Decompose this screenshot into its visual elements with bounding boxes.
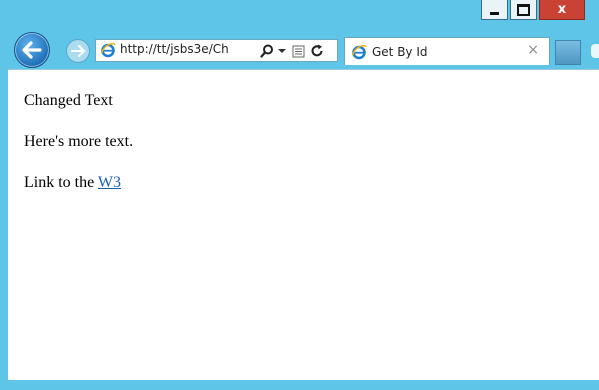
w3-link[interactable]: W3 — [98, 174, 121, 191]
forward-button[interactable] — [66, 39, 90, 63]
refresh-icon — [311, 44, 323, 57]
ie-logo-icon — [351, 45, 367, 60]
page-content: Changed Text Here's more text. Link to t… — [8, 69, 599, 380]
link-prefix: Link to the — [24, 174, 98, 191]
new-tab-button[interactable] — [555, 40, 581, 65]
minimize-button[interactable] — [481, 0, 508, 20]
dropdown-caret-icon — [278, 49, 286, 53]
back-arrow-icon — [22, 41, 42, 59]
link-paragraph: Link to the W3 — [24, 174, 121, 192]
home-icon[interactable] — [591, 44, 599, 58]
changed-text-paragraph: Changed Text — [24, 92, 113, 109]
forward-arrow-icon — [71, 45, 85, 57]
maximize-button[interactable] — [510, 0, 537, 20]
tab-title: Get By Id — [372, 45, 428, 59]
compatibility-view-button[interactable] — [291, 43, 305, 59]
compatibility-view-icon — [292, 45, 304, 57]
refresh-button[interactable] — [309, 43, 325, 59]
ie-logo-icon — [100, 43, 116, 58]
search-button[interactable] — [260, 43, 274, 59]
search-icon — [260, 44, 273, 58]
browser-window: x http://tt/jsbs3e/Ch Get By Id × Change… — [0, 0, 599, 390]
back-button[interactable] — [14, 32, 50, 68]
close-icon: x — [557, 2, 567, 17]
more-text-paragraph: Here's more text. — [24, 133, 134, 150]
minimize-icon — [490, 11, 499, 15]
maximize-icon — [517, 3, 530, 16]
tab-close-button[interactable]: × — [527, 43, 539, 57]
close-window-button[interactable]: x — [539, 0, 585, 20]
address-dropdown-button[interactable] — [277, 43, 287, 59]
address-url[interactable]: http://tt/jsbs3e/Ch — [120, 42, 229, 56]
tab-get-by-id[interactable]: Get By Id × — [344, 37, 550, 65]
address-bar[interactable]: http://tt/jsbs3e/Ch — [95, 39, 338, 62]
